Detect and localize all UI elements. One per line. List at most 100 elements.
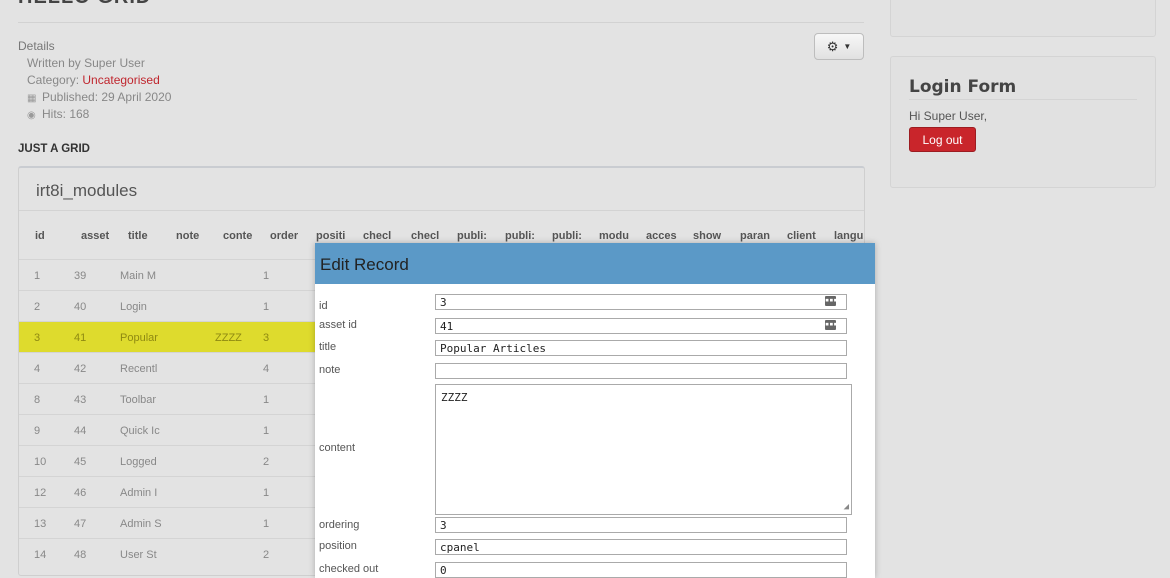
category-info: Category: Uncategorised xyxy=(27,73,160,87)
table-cell-asset: 40 xyxy=(74,301,87,313)
ordering-label: ordering xyxy=(319,519,360,531)
divider xyxy=(19,210,864,211)
table-cell-id: 9 xyxy=(34,425,41,437)
table-cell-order: 1 xyxy=(263,487,270,499)
table-cell-asset: 44 xyxy=(74,425,87,437)
note-field[interactable] xyxy=(435,363,847,379)
table-cell-asset: 41 xyxy=(74,332,87,344)
divider xyxy=(909,99,1137,100)
table-cell-title: Login xyxy=(120,301,147,313)
column-header[interactable]: id xyxy=(35,230,45,242)
table-cell-title: Toolbar xyxy=(120,394,157,406)
caret-down-icon: ▼ xyxy=(843,42,852,51)
table-cell-id: 13 xyxy=(34,518,47,530)
column-header[interactable]: checl xyxy=(411,230,439,242)
column-header[interactable]: modu xyxy=(599,230,629,242)
content-text: ZZZZ xyxy=(441,391,468,404)
table-cell-asset: 43 xyxy=(74,394,87,406)
published-info: ▦ Published: 29 April 2020 xyxy=(27,90,171,104)
column-header[interactable]: conte xyxy=(223,230,252,242)
table-cell-asset: 46 xyxy=(74,487,87,499)
category-prefix: Category: xyxy=(27,73,83,87)
id-field[interactable]: 3 ▪▪▪ xyxy=(435,294,847,310)
column-header[interactable]: acces xyxy=(646,230,677,242)
resize-handle-icon[interactable]: ◢ xyxy=(844,502,849,512)
column-header[interactable]: publi: xyxy=(457,230,487,242)
asset-id-field-value: 41 xyxy=(440,320,454,333)
category-link[interactable]: Uncategorised xyxy=(82,73,159,87)
table-cell-asset: 47 xyxy=(74,518,87,530)
title-label: title xyxy=(319,341,337,353)
section-heading: JUST A GRID xyxy=(18,143,90,155)
dialog-title: Edit Record xyxy=(320,255,409,274)
table-cell-order: 1 xyxy=(263,394,270,406)
article-options-button[interactable]: ⚙ ▼ xyxy=(814,33,864,60)
table-cell-order: 4 xyxy=(263,363,270,375)
edit-record-dialog: Edit Record id 3 ▪▪▪ asset id 41 ▪▪▪ tit… xyxy=(315,243,875,578)
column-header[interactable]: publi: xyxy=(505,230,535,242)
table-cell-title: Popular xyxy=(120,332,158,344)
table-cell-id: 12 xyxy=(34,487,47,499)
table-cell-asset: 39 xyxy=(74,270,87,282)
table-cell-id: 2 xyxy=(34,301,41,313)
sidebar-module xyxy=(890,0,1156,37)
note-label: note xyxy=(319,364,341,376)
column-header[interactable]: langu xyxy=(834,230,863,242)
table-cell-order: 3 xyxy=(263,332,270,344)
table-cell-title: User St xyxy=(120,549,157,561)
column-header[interactable]: show xyxy=(693,230,721,242)
table-cell-content: ZZZZ xyxy=(215,332,242,344)
spinner-icon[interactable]: ▪▪▪ xyxy=(825,320,838,330)
content-label: content xyxy=(319,442,356,454)
table-cell-id: 14 xyxy=(34,549,47,561)
table-cell-id: 8 xyxy=(34,394,41,406)
column-header[interactable]: order xyxy=(270,230,298,242)
column-header[interactable]: checl xyxy=(363,230,391,242)
login-form-module: Login Form Hi Super User, Log out xyxy=(890,56,1156,188)
ordering-field[interactable]: 3 xyxy=(435,517,847,533)
table-cell-id: 1 xyxy=(34,270,41,282)
checked-out-label: checked out xyxy=(319,563,379,575)
table-cell-order: 1 xyxy=(263,518,270,530)
id-label: id xyxy=(319,300,328,312)
column-header[interactable]: title xyxy=(128,230,148,242)
grid-title: irt8i_modules xyxy=(36,181,138,200)
table-cell-order: 1 xyxy=(263,301,270,313)
content-textarea[interactable]: ZZZZ ◢ xyxy=(435,384,852,515)
eye-icon: ◉ xyxy=(27,110,36,121)
table-cell-asset: 48 xyxy=(74,549,87,561)
table-cell-order: 1 xyxy=(263,425,270,437)
dialog-header[interactable]: Edit Record xyxy=(315,243,875,284)
asset-id-field[interactable]: 41 ▪▪▪ xyxy=(435,318,847,334)
id-field-value: 3 xyxy=(440,296,447,309)
table-cell-id: 4 xyxy=(34,363,41,375)
table-cell-title: Admin S xyxy=(120,518,162,530)
column-header[interactable]: asset xyxy=(81,230,109,242)
table-cell-title: Logged xyxy=(120,456,157,468)
table-cell-id: 10 xyxy=(34,456,47,468)
column-header[interactable]: publi: xyxy=(552,230,582,242)
details-label: Details xyxy=(18,39,55,53)
asset-id-label: asset id xyxy=(319,319,357,331)
published-date: Published: 29 April 2020 xyxy=(42,90,172,104)
table-cell-title: Main M xyxy=(120,270,157,282)
spinner-icon[interactable]: ▪▪▪ xyxy=(825,296,838,306)
column-header[interactable]: paran xyxy=(740,230,770,242)
column-header[interactable]: note xyxy=(176,230,199,242)
page-title: HELLO GRID xyxy=(18,0,151,9)
column-header[interactable]: client xyxy=(787,230,816,242)
position-field[interactable]: cpanel xyxy=(435,539,847,555)
position-label: position xyxy=(319,540,357,552)
table-cell-title: Quick Ic xyxy=(120,425,160,437)
checked-out-field[interactable]: 0 xyxy=(435,562,847,578)
login-greeting: Hi Super User, xyxy=(909,109,988,123)
calendar-icon: ▦ xyxy=(27,93,37,104)
title-field[interactable]: Popular Articles xyxy=(435,340,847,356)
column-header[interactable]: positi xyxy=(316,230,352,242)
table-cell-asset: 45 xyxy=(74,456,87,468)
hits-count: Hits: 168 xyxy=(42,107,90,121)
divider xyxy=(18,22,864,23)
table-cell-order: 2 xyxy=(263,456,270,468)
logout-button[interactable]: Log out xyxy=(909,127,976,152)
author-info: Written by Super User xyxy=(27,56,145,70)
